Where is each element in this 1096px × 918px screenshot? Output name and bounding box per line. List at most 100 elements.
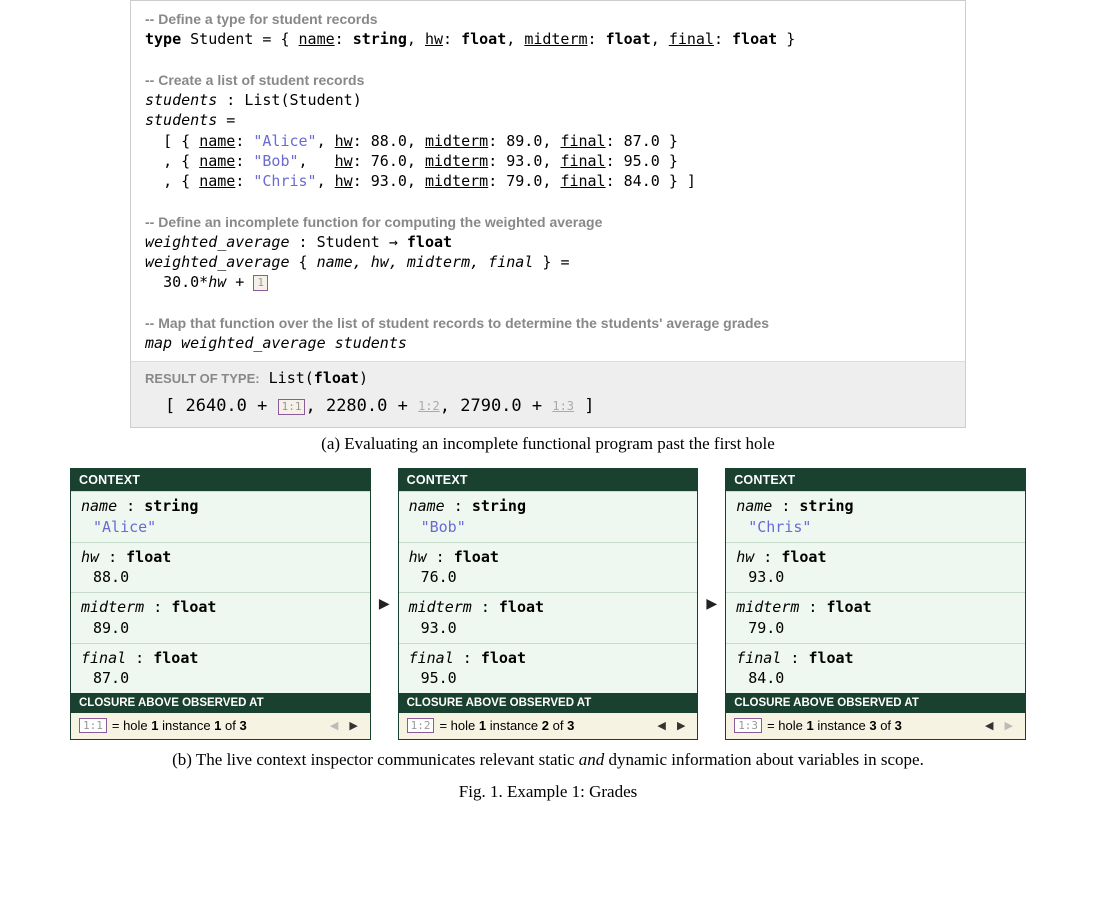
instance-nav: ◀ ▶	[657, 719, 689, 732]
variable-type: float	[153, 649, 198, 667]
next-arrow-icon: ▶	[704, 596, 719, 613]
context-variable-row: hw : float76.0	[399, 542, 698, 593]
hole-ref[interactable]: 1:3	[552, 399, 574, 413]
variable-type: float	[481, 649, 526, 667]
map-expression: map weighted_average students	[145, 334, 407, 352]
instance-nav: ◀ ▶	[330, 719, 362, 732]
context-variable-row: name : string"Alice"	[71, 491, 370, 542]
context-variable-row: final : float84.0	[726, 643, 1025, 694]
variable-name: midterm	[409, 598, 472, 616]
variable-name: hw	[409, 548, 427, 566]
hole-ref[interactable]: 1:2	[418, 399, 440, 413]
next-arrow-icon: ▶	[377, 596, 392, 613]
variable-name: midterm	[736, 598, 799, 616]
variable-type: string	[799, 497, 853, 515]
field-hw: hw	[425, 30, 443, 48]
variable-value: "Bob"	[409, 517, 688, 537]
context-header: CONTEXT	[399, 469, 698, 491]
instance-nav: ◀ ▶	[985, 719, 1017, 732]
result-label: RESULT OF TYPE:	[145, 371, 260, 386]
hole-ref[interactable]: 1:1	[278, 399, 306, 415]
context-inspector: CONTEXTname : string"Chris"hw : float93.…	[725, 468, 1026, 740]
variable-type: float	[781, 548, 826, 566]
students-ident: students	[145, 91, 217, 109]
code-content: -- Define a type for student records typ…	[145, 9, 951, 353]
variable-value: 89.0	[81, 618, 360, 638]
prev-instance-icon[interactable]: ◀	[985, 720, 997, 732]
next-instance-icon[interactable]: ▶	[677, 720, 689, 732]
variable-type: float	[827, 598, 872, 616]
variable-type: string	[472, 497, 526, 515]
hole-badge[interactable]: 1:2	[407, 718, 435, 733]
context-variable-row: hw : float88.0	[71, 542, 370, 593]
variable-name: name	[409, 497, 445, 515]
comment-line: -- Map that function over the list of st…	[145, 315, 769, 331]
string-literal: "Bob"	[253, 152, 298, 170]
hole-instance-footer: 1:1= hole 1 instance 1 of 3◀ ▶	[71, 713, 370, 739]
variable-value: 88.0	[81, 567, 360, 587]
context-variable-row: final : float95.0	[399, 643, 698, 694]
context-inspector: CONTEXTname : string"Bob"hw : float76.0m…	[398, 468, 699, 740]
variable-type: string	[144, 497, 198, 515]
variable-name: final	[736, 649, 781, 667]
comment-line: -- Create a list of student records	[145, 72, 364, 88]
code-body: -- Define a type for student records typ…	[131, 1, 965, 361]
variable-name: final	[81, 649, 126, 667]
variable-value: "Alice"	[81, 517, 360, 537]
hole-instance-text: = hole 1 instance 2 of 3	[439, 718, 574, 733]
hole-instance-footer: 1:2 = hole 1 instance 2 of 3 ◀ ▶	[399, 713, 698, 739]
prev-instance-icon: ◀	[330, 720, 342, 732]
context-variable-row: midterm : float93.0	[399, 592, 698, 643]
string-literal: "Chris"	[253, 172, 316, 190]
type-name: Student	[190, 30, 253, 48]
prev-instance-icon[interactable]: ◀	[657, 720, 669, 732]
result-panel: RESULT OF TYPE: List(float) [ 2640.0 + 1…	[131, 361, 965, 427]
variable-type: float	[171, 598, 216, 616]
variable-value: 93.0	[736, 567, 1015, 587]
variable-name: hw	[81, 548, 99, 566]
closure-header: CLOSURE ABOVE OBSERVED AT	[726, 693, 1025, 713]
field-name: name	[299, 30, 335, 48]
context-variable-row: midterm : float79.0	[726, 592, 1025, 643]
subcaption-a: (a) Evaluating an incomplete functional …	[10, 428, 1086, 468]
next-instance-icon[interactable]: ▶	[349, 720, 361, 732]
type-keyword: type	[145, 30, 181, 48]
variable-type: float	[499, 598, 544, 616]
subcaption-b: (b) The live context inspector communica…	[10, 740, 1086, 774]
next-instance-icon: ▶	[1005, 720, 1017, 732]
comment-line: -- Define a type for student records	[145, 11, 378, 27]
variable-value: 79.0	[736, 618, 1015, 638]
closure-header: CLOSURE ABOVE OBSERVED AT	[399, 693, 698, 713]
string-literal: "Alice"	[253, 132, 316, 150]
variable-type: float	[808, 649, 853, 667]
variable-name: name	[81, 497, 117, 515]
inspectors-row: CONTEXTname : string"Alice"hw : float88.…	[10, 468, 1086, 740]
field-midterm: midterm	[524, 30, 587, 48]
variable-name: name	[736, 497, 772, 515]
variable-value: 93.0	[409, 618, 688, 638]
variable-type: float	[126, 548, 171, 566]
variable-value: 87.0	[81, 668, 360, 688]
context-header: CONTEXT	[726, 469, 1025, 491]
variable-value: 95.0	[409, 668, 688, 688]
hole-badge[interactable]: 1:3	[734, 718, 762, 733]
weighted-average-ident: weighted_average	[145, 233, 290, 251]
code-editor-panel: -- Define a type for student records typ…	[130, 0, 966, 428]
students-ident: students	[145, 111, 217, 129]
hole-badge[interactable]: 1:1	[79, 718, 107, 733]
variable-value: "Chris"	[736, 517, 1015, 537]
hole-marker[interactable]: 1	[253, 275, 268, 291]
figure-caption: Fig. 1. Example 1: Grades	[10, 774, 1086, 812]
variable-value: 84.0	[736, 668, 1015, 688]
context-variable-row: name : string"Chris"	[726, 491, 1025, 542]
context-variable-row: midterm : float89.0	[71, 592, 370, 643]
result-value: [ 2640.0 + 1:1, 2280.0 + 1:2, 2790.0 + 1…	[145, 389, 951, 418]
variable-value: 76.0	[409, 567, 688, 587]
context-inspector: CONTEXTname : string"Alice"hw : float88.…	[70, 468, 371, 740]
context-variable-row: name : string"Bob"	[399, 491, 698, 542]
variable-name: midterm	[81, 598, 144, 616]
variable-type: float	[454, 548, 499, 566]
comment-line: -- Define an incomplete function for com…	[145, 214, 602, 230]
field-final: final	[669, 30, 714, 48]
context-variable-row: final : float87.0	[71, 643, 370, 694]
